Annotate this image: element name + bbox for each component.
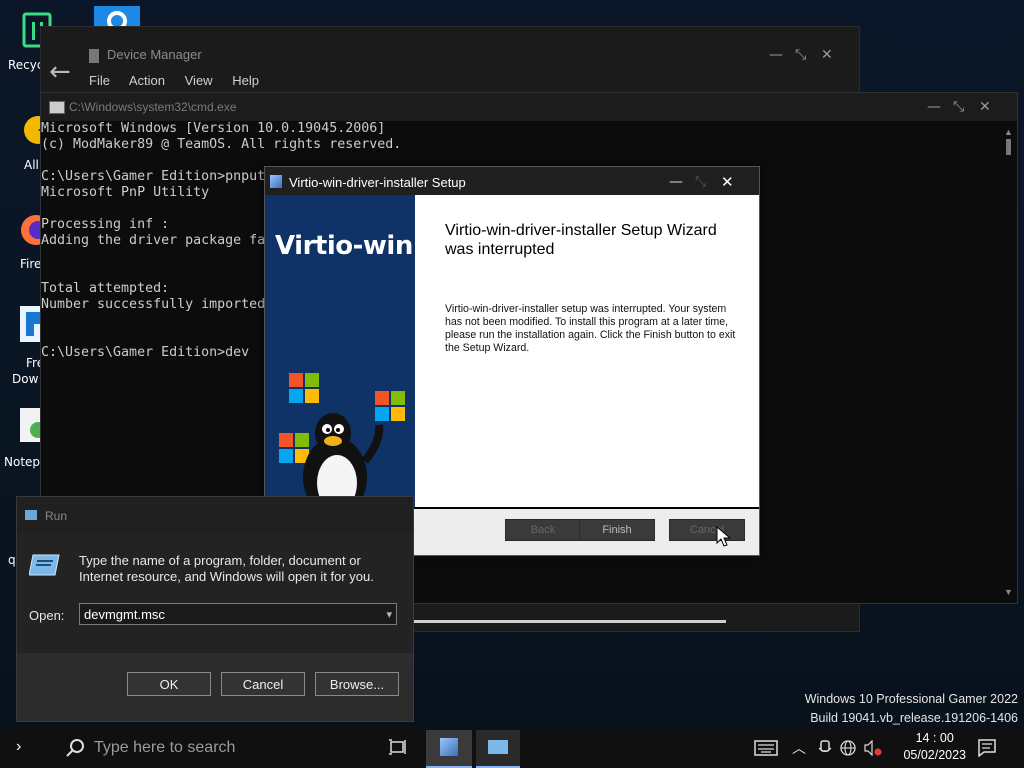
menu-action[interactable]: Action (129, 73, 165, 88)
taskbar-clock[interactable]: 14 : 00 05/02/2023 (903, 730, 966, 764)
network-globe-icon[interactable] (840, 740, 856, 756)
taskbar: › Type here to search ︿ 14 : 00 05/02/20… (0, 728, 1024, 768)
setup-taskbar-icon (440, 738, 458, 756)
setup-close-button[interactable]: ✕ (721, 173, 734, 191)
setup-body-text: Virtio-win-driver-installer setup was in… (445, 303, 736, 354)
menu-help[interactable]: Help (232, 73, 259, 88)
setup-app-icon (270, 175, 282, 188)
setup-brand-text: Virtio-win (275, 231, 413, 261)
devmgr-minimize-button[interactable]: — (769, 47, 783, 63)
setup-heading: Virtio-win-driver-installer Setup Wizard… (445, 222, 717, 258)
search-icon (66, 739, 84, 757)
desktop-label-fire: Fire (20, 257, 42, 271)
run-dialog[interactable]: Run Type the name of a program, folder, … (16, 496, 414, 722)
menu-file[interactable]: File (89, 73, 110, 88)
cmd-minimize-button[interactable]: — (927, 99, 941, 115)
setup-back-button: Back (505, 519, 581, 541)
run-open-value[interactable]: devmgmt.msc (84, 607, 165, 622)
devmgr-close-button[interactable]: ✕ (821, 47, 833, 63)
clock-date: 05/02/2023 (903, 748, 966, 762)
run-description: Type the name of a program, folder, docu… (79, 553, 374, 584)
run-titlebar[interactable]: Run (17, 497, 413, 533)
chevron-down-icon[interactable]: ▾ (386, 604, 392, 626)
cmd-scrollbar[interactable]: ▲ ▼ (1003, 127, 1013, 597)
cmd-title: C:\Windows\system32\cmd.exe (69, 100, 237, 114)
setup-finish-button[interactable]: Finish (579, 519, 655, 541)
desktop-label-notep: Notep (4, 455, 41, 469)
taskbar-search-box[interactable]: Type here to search (62, 728, 380, 768)
meet-now-icon[interactable] (818, 740, 832, 756)
menu-view[interactable]: View (185, 73, 213, 88)
cmd-app-icon (49, 101, 65, 114)
taskbar-run-app[interactable] (476, 730, 520, 768)
device-manager-menubar: File Action View Help (89, 73, 275, 88)
cmd-close-button[interactable]: ✕ (979, 99, 991, 115)
desktop-label-all: All (24, 158, 39, 172)
run-browse-button[interactable]: Browse... (315, 672, 399, 696)
run-taskbar-icon (488, 740, 508, 754)
run-program-icon (29, 554, 60, 576)
chevron-right-icon[interactable]: › (16, 738, 21, 756)
tux-penguin-icon (303, 413, 384, 507)
setup-minimize-button[interactable]: — (669, 174, 683, 190)
system-tray: ︿ 14 : 00 05/02/2023 (750, 728, 1024, 768)
device-manager-app-icon (89, 49, 99, 63)
run-body: Type the name of a program, folder, docu… (17, 533, 413, 653)
devmgr-status-strip (412, 620, 726, 623)
device-manager-title: Device Manager (107, 47, 202, 62)
chevron-up-icon[interactable]: ︿ (792, 738, 806, 758)
task-view-icon[interactable] (388, 739, 408, 757)
cmd-titlebar[interactable]: C:\Windows\system32\cmd.exe — ⤡ ✕ (41, 93, 1017, 121)
desktop-label-q: q (8, 553, 16, 567)
taskbar-setup-app[interactable] (426, 730, 472, 768)
back-arrow-icon[interactable]: ← (49, 57, 71, 87)
keyboard-icon[interactable] (754, 740, 778, 756)
setup-title: Virtio-win-driver-installer Setup (289, 175, 466, 190)
windows-logo-icon (289, 373, 319, 403)
run-ok-button[interactable]: OK (127, 672, 211, 696)
clock-time: 14 : 00 (915, 731, 954, 745)
notification-icon[interactable] (978, 739, 996, 757)
cmd-maximize-button[interactable]: ⤡ (953, 99, 964, 115)
run-cancel-button[interactable]: Cancel (221, 672, 305, 696)
volume-muted-icon[interactable] (864, 740, 882, 756)
setup-side-banner: Virtio-win (265, 195, 415, 507)
watermark-line2: Build 19041.vb_release.191206-1406 (810, 711, 1018, 725)
run-open-label: Open: (29, 608, 65, 623)
run-app-icon (25, 510, 37, 520)
taskbar-search-placeholder[interactable]: Type here to search (94, 739, 235, 757)
run-open-combobox[interactable]: devmgmt.msc ▾ (79, 603, 397, 625)
mouse-cursor-icon (716, 526, 732, 547)
desktop-label-dow: Dow (12, 372, 39, 386)
setup-maximize-button: ⤡ (695, 174, 707, 190)
desktop-label-recycle: Recyc (8, 58, 44, 72)
setup-content: Virtio-win-driver-installer Setup Wizard… (415, 195, 759, 507)
watermark-line1: Windows 10 Professional Gamer 2022 (804, 692, 1018, 706)
devmgr-maximize-button[interactable]: ⤡ (795, 47, 806, 63)
setup-titlebar[interactable]: Virtio-win-driver-installer Setup — ⤡ ✕ (265, 167, 759, 195)
run-title: Run (45, 509, 68, 523)
